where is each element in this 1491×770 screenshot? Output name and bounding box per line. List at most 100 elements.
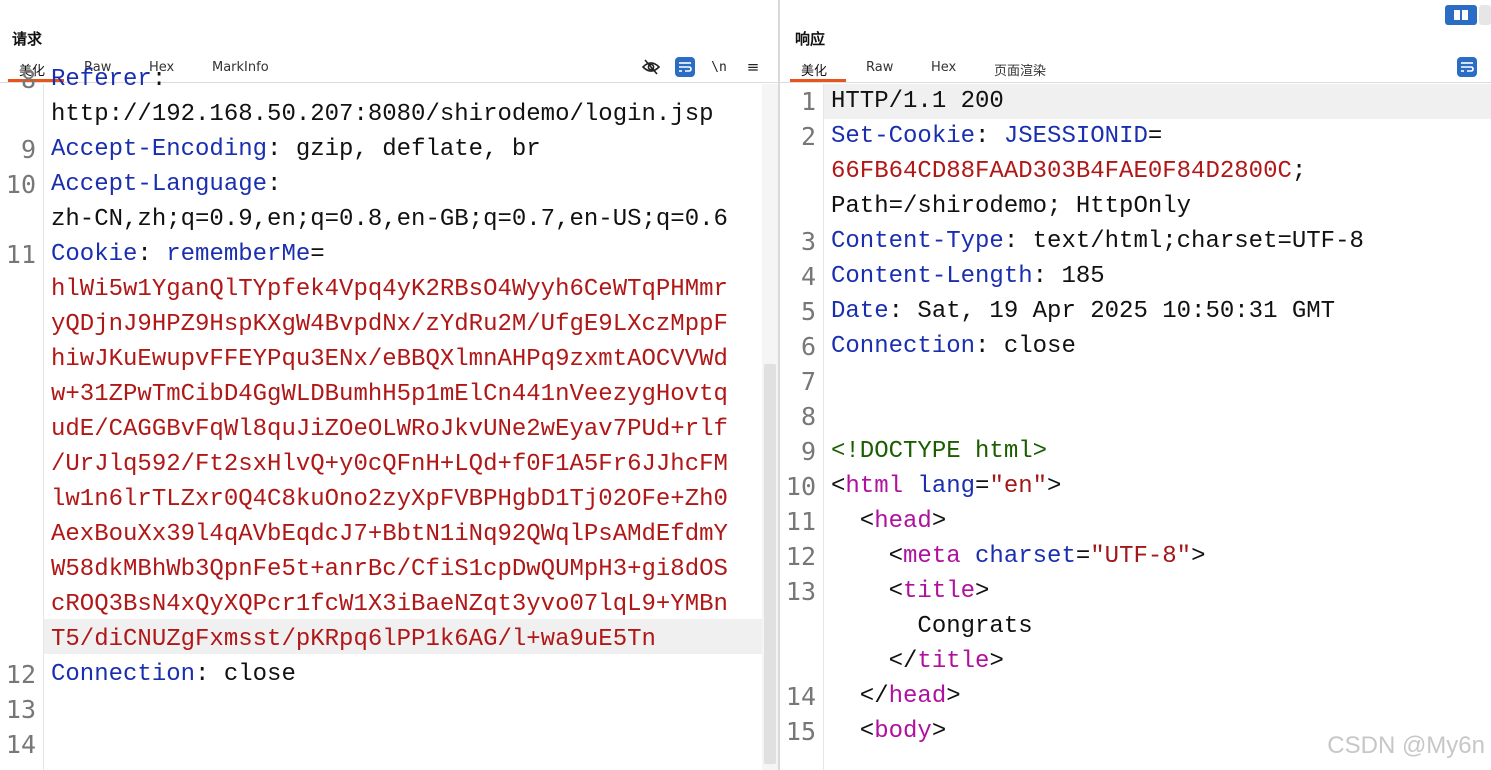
newline-toggle-button[interactable]: \n — [708, 56, 730, 78]
tab-hex[interactable]: Hex — [931, 60, 956, 75]
code-token: head — [874, 508, 932, 535]
line-number: 12 — [5, 660, 36, 689]
line-number: 7 — [800, 367, 816, 396]
code-token: : 185 — [1032, 263, 1105, 290]
tab-raw[interactable]: Raw — [866, 60, 893, 75]
code-token: > — [931, 508, 947, 535]
code-line: udE/CAGGBvFqWl8quJiZOeOLWRoJkvUNe2wEyav7… — [51, 412, 728, 447]
code-token: title — [917, 648, 990, 675]
code-token: "en" — [989, 473, 1048, 500]
request-title: 请求 — [12, 30, 43, 48]
code-line: hlWi5w1YganQlTYpfek4Vpq4yK2RBsO4Wyyh6CeW… — [51, 272, 728, 307]
line-number: 8 — [800, 402, 816, 431]
code-token: Accept-Encoding — [51, 136, 268, 163]
code-token: Path=/shirodemo; HttpOnly — [831, 193, 1192, 220]
code-token: = — [1147, 123, 1163, 150]
code-token: : gzip, deflate, br — [267, 136, 541, 163]
code-token: hlWi5w1YganQlTYpfek4Vpq4yK2RBsO4Wyyh6CeW… — [51, 276, 728, 303]
code-token: udE/CAGGBvFqWl8quJiZOeOLWRoJkvUNe2wEyav7… — [51, 416, 728, 443]
code-line: T5/diCNUZgFxmsst/pKRpq6lPP1k6AG/l+wa9uE5… — [51, 622, 656, 657]
code-line: <meta charset="UTF-8"> — [831, 539, 1206, 574]
code-line: <head> — [831, 504, 946, 539]
line-number: 11 — [5, 240, 36, 269]
line-number: 10 — [785, 472, 816, 501]
menu-icon[interactable]: ≡ — [742, 56, 764, 78]
code-line: Connection: close — [51, 657, 296, 692]
vertical-scrollbar[interactable] — [764, 364, 776, 764]
code-token: </ — [831, 683, 889, 710]
code-line: Accept-Encoding: gzip, deflate, br — [51, 132, 541, 167]
code-token: w+31ZPwTmCibD4GgWLDBumhH5p1mElCn441nVeez… — [51, 381, 728, 408]
code-token: http://192.168.50.207:8080/shirodemo/log… — [51, 101, 714, 128]
code-line: http://192.168.50.207:8080/shirodemo/log… — [51, 97, 714, 132]
response-pane: 响应 美化 Raw Hex 页面渲染 1 HTTP/1.1 200 2 Set-Coo… — [780, 0, 1491, 770]
watermark: CSDN @My6n — [1327, 732, 1485, 759]
code-line: </head> — [831, 679, 961, 714]
code-token: Referer — [51, 66, 152, 93]
code-token: Connection — [831, 333, 976, 360]
code-token: html — [845, 473, 904, 500]
code-line: AexBouXx39l4qAVbEqdcJ7+BbtN1iNq92QWqlPsA… — [51, 517, 728, 552]
code-token: Cookie — [51, 241, 138, 268]
code-token: : close — [195, 661, 296, 688]
code-token: > — [1191, 543, 1206, 570]
code-line: Set-Cookie: JSESSIONID= — [831, 119, 1162, 154]
code-token: Accept-Language — [51, 171, 268, 198]
line-number: 4 — [800, 262, 816, 291]
tab-pretty[interactable]: 美化 — [801, 60, 827, 79]
code-token: body — [874, 718, 932, 745]
line-number: 8 — [20, 65, 36, 94]
code-line: lw1n6lrTLZxr0Q4C8kuOno2zyXpFVBPHgbD1Tj02… — [51, 482, 728, 517]
code-token: = — [1075, 543, 1091, 570]
code-token: > — [931, 718, 947, 745]
code-token: "UTF-8" — [1090, 543, 1192, 570]
line-number: 3 — [800, 227, 816, 256]
code-line: Connection: close — [831, 329, 1076, 364]
response-editor[interactable]: 1 HTTP/1.1 200 2 Set-Cookie: JSESSIONID= 66F… — [780, 84, 1491, 770]
code-token: Connection — [51, 661, 196, 688]
line-number: 9 — [20, 135, 36, 164]
layout-toggle-button[interactable] — [1479, 5, 1491, 25]
code-token: /UrJlq592/Ft2sxHlvQ+y0cQFnH+LQd+f0F1A5Fr… — [51, 451, 728, 478]
tab-render[interactable]: 页面渲染 — [994, 60, 1046, 79]
code-token: Date — [831, 298, 889, 325]
code-token: = — [310, 241, 325, 268]
code-token: > — [989, 648, 1004, 675]
code-token: lw1n6lrTLZxr0Q4C8kuOno2zyXpFVBPHgbD1Tj02… — [51, 486, 728, 513]
line-number: 6 — [800, 332, 816, 361]
tab-markinfo[interactable]: MarkInfo — [212, 60, 269, 75]
line-number: 14 — [5, 730, 36, 759]
wrap-icon[interactable] — [1456, 56, 1478, 78]
code-token: > — [946, 683, 961, 710]
response-title: 响应 — [795, 30, 826, 48]
line-number: 12 — [785, 542, 816, 571]
code-line: hiwJKuEwupvFFEYPqu3ENx/eBBQXlmnAHPq9zxmt… — [51, 342, 728, 377]
request-editor[interactable]: 8 Referer: http://192.168.50.207:8080/shir… — [0, 65, 778, 770]
line-number: 13 — [785, 577, 816, 606]
code-token: cROQ3BsN4xQyXQPcr1fcW1X3iBaeNZqt3yvo07lq… — [51, 591, 728, 618]
code-token: Set-Cookie — [831, 123, 976, 150]
code-token: </ — [831, 648, 918, 675]
code-token: lang — [917, 473, 976, 500]
code-token: rememberMe — [166, 241, 311, 268]
code-token: charset — [975, 543, 1076, 570]
wrap-icon[interactable] — [674, 56, 696, 78]
code-token: JSESSIONID — [1003, 123, 1148, 150]
response-tabs: 美化 Raw Hex 页面渲染 — [780, 58, 1491, 83]
split-view-icon[interactable] — [1445, 5, 1477, 25]
code-token: AexBouXx39l4qAVbEqdcJ7+BbtN1iNq92QWqlPsA… — [51, 521, 728, 548]
code-line: Content-Type: text/html;charset=UTF-8 — [831, 224, 1364, 259]
code-token: yQDjnJ9HPZ9HspKXgW4BvpdNx/zYdRu2M/UfgE9L… — [51, 311, 728, 338]
eye-slash-icon[interactable] — [640, 56, 662, 78]
code-token: head — [888, 683, 947, 710]
code-line: Content-Length: 185 — [831, 259, 1105, 294]
code-token: < — [831, 543, 904, 570]
code-token: = — [975, 473, 990, 500]
code-token: : — [975, 123, 1004, 150]
code-line: W58dkMBhWb3QpnFe5t+anrBc/CfiS1cpDwQUMpH3… — [51, 552, 728, 587]
code-line: w+31ZPwTmCibD4GgWLDBumhH5p1mElCn441nVeez… — [51, 377, 728, 412]
active-tab-indicator — [790, 79, 846, 82]
line-number: 1 — [800, 87, 816, 116]
code-line: zh-CN,zh;q=0.9,en;q=0.8,en-GB;q=0.7,en-U… — [51, 202, 728, 237]
code-token: W58dkMBhWb3QpnFe5t+anrBc/CfiS1cpDwQUMpH3… — [51, 556, 728, 583]
